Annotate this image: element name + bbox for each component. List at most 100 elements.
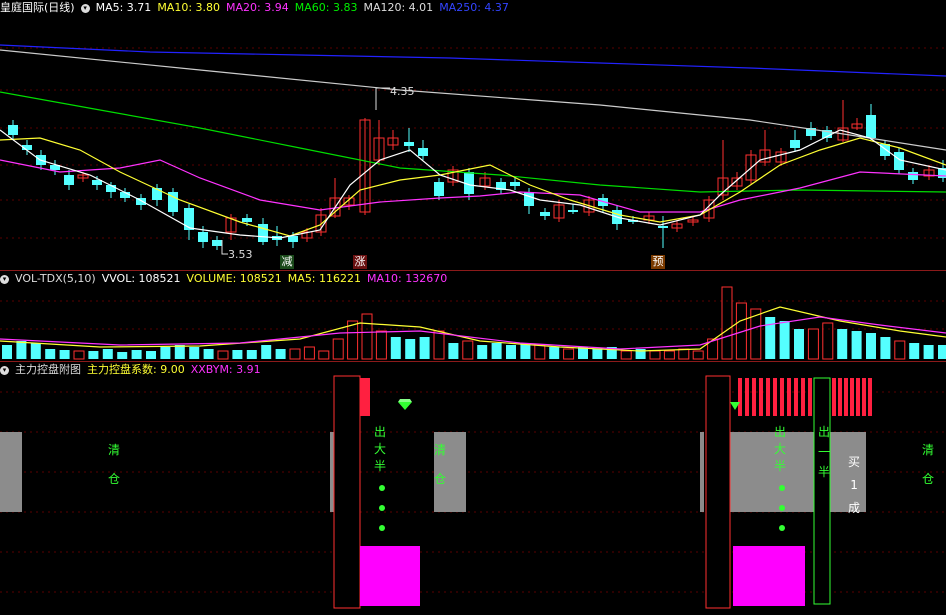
red-stripe	[766, 378, 770, 416]
volume-bar	[433, 330, 445, 360]
clear-position-3: 清仓	[922, 443, 935, 486]
volume-bar	[390, 337, 401, 359]
volume-bar	[678, 348, 690, 360]
volume-header: ▾ VOL-TDX(5,10) VVOL: 108521 VOLUME: 108…	[0, 271, 453, 287]
volume-panel[interactable]: ▾ VOL-TDX(5,10) VVOL: 108521 VOLUME: 108…	[0, 271, 946, 361]
volume-bar	[491, 343, 502, 359]
vol-title: VOL-TDX(5,10)	[15, 272, 96, 285]
red-stripe	[832, 378, 836, 416]
signal-box	[705, 375, 731, 609]
volume-bar	[59, 350, 70, 359]
volume-bar	[375, 330, 387, 360]
volume-bar	[88, 351, 99, 359]
xxbym-label: XXBYM: 3.91	[190, 363, 261, 376]
diamond-icon	[398, 402, 412, 410]
candle-body	[790, 140, 800, 148]
volume-bar	[189, 347, 200, 359]
volume-bar	[807, 328, 819, 360]
vol-ma10-label: MA10: 132670	[367, 272, 448, 285]
volume-bar	[663, 350, 675, 360]
kline-header: 皇庭国际(日线) ▾ MA5: 3.71 MA10: 3.80 MA20: 3.…	[0, 0, 515, 16]
signal-box	[813, 377, 831, 605]
ma20-label: MA20: 3.94	[226, 1, 289, 14]
volume-bar	[347, 320, 359, 360]
candle-body	[540, 212, 550, 216]
volume-bar	[448, 343, 459, 359]
marker-rise: 涨	[353, 255, 367, 269]
volume-bar	[146, 351, 156, 359]
high-pointer	[375, 87, 390, 110]
red-stripe	[752, 378, 756, 416]
signal-dot	[379, 525, 385, 531]
volume-bar	[246, 350, 257, 359]
red-stripe	[787, 378, 791, 416]
red-stripe	[773, 378, 777, 416]
kline-panel[interactable]: 皇庭国际(日线) ▾ MA5: 3.71 MA10: 3.80 MA20: 3.…	[0, 0, 946, 270]
volume-bar	[318, 350, 330, 360]
volume-bar	[73, 350, 85, 360]
red-stripe	[862, 378, 866, 416]
candle-body	[64, 175, 74, 185]
candle-body	[288, 236, 298, 242]
red-stripe	[856, 378, 860, 416]
volume-bar	[303, 346, 315, 360]
red-stripe	[738, 378, 742, 416]
volume-bar	[880, 337, 891, 359]
ma120-line	[0, 49, 946, 151]
vvol-label: VVOL: 108521	[101, 272, 181, 285]
kline-chart	[0, 44, 946, 255]
volume-bar	[30, 343, 41, 359]
buy-one-tenth: 买1成	[848, 455, 861, 515]
volume-bar	[822, 322, 834, 360]
sell-half-3: 出一半	[818, 425, 831, 479]
ma120-label: MA120: 4.01	[363, 1, 434, 14]
volume-bar	[794, 329, 804, 359]
collapse-icon[interactable]: ▾	[80, 3, 90, 13]
magenta-block	[360, 546, 420, 606]
ma60-label: MA60: 3.83	[294, 1, 358, 14]
collapse-icon[interactable]: ▾	[0, 365, 9, 375]
volume-bar	[779, 321, 790, 359]
volume-bar	[419, 337, 430, 359]
volume-bar	[405, 339, 416, 359]
signal-dot	[779, 505, 785, 511]
coef-label: 主力控盘系数: 9.00	[87, 363, 185, 376]
volume-bar	[765, 317, 776, 359]
volume-bar	[332, 338, 344, 360]
volume-bar	[160, 347, 171, 359]
volume-bar	[462, 340, 474, 360]
red-stripe	[844, 378, 848, 416]
volume-bar	[361, 313, 373, 360]
candle-body	[658, 226, 668, 228]
sell-half-1: 出大半	[374, 425, 387, 473]
candle-body	[866, 115, 876, 138]
ma250-label: MA250: 4.37	[439, 1, 509, 14]
volume-bar	[649, 350, 661, 360]
volume-label: VOLUME: 108521	[186, 272, 282, 285]
indicator-chart	[0, 375, 946, 609]
candle-body	[242, 218, 252, 222]
red-stripe	[794, 378, 798, 416]
volume-bar	[506, 345, 516, 359]
diamond-icon	[398, 399, 412, 402]
candle-body	[568, 210, 578, 212]
volume-bar	[563, 348, 575, 360]
volume-bar	[620, 350, 632, 360]
sell-half-2: 出大半	[774, 425, 787, 473]
volume-bar	[174, 345, 185, 359]
candle-body	[198, 232, 208, 242]
volume-bar	[217, 350, 229, 360]
collapse-icon[interactable]: ▾	[0, 274, 9, 284]
marker-forecast: 预	[651, 255, 665, 269]
indicator-panel[interactable]: ▾ 主力控盘附图 主力控盘系数: 9.00 XXBYM: 3.91 清仓 清仓 …	[0, 362, 946, 615]
volume-bar	[549, 347, 560, 359]
signal-dot	[779, 485, 785, 491]
clear-bar	[700, 432, 704, 512]
signal-dot	[779, 525, 785, 531]
candle-body	[184, 208, 194, 230]
clear-position-1: 清仓	[108, 443, 121, 486]
candle-body	[434, 182, 444, 196]
clear-bar	[330, 432, 334, 512]
red-stripe	[780, 378, 784, 416]
volume-bar	[102, 349, 113, 359]
